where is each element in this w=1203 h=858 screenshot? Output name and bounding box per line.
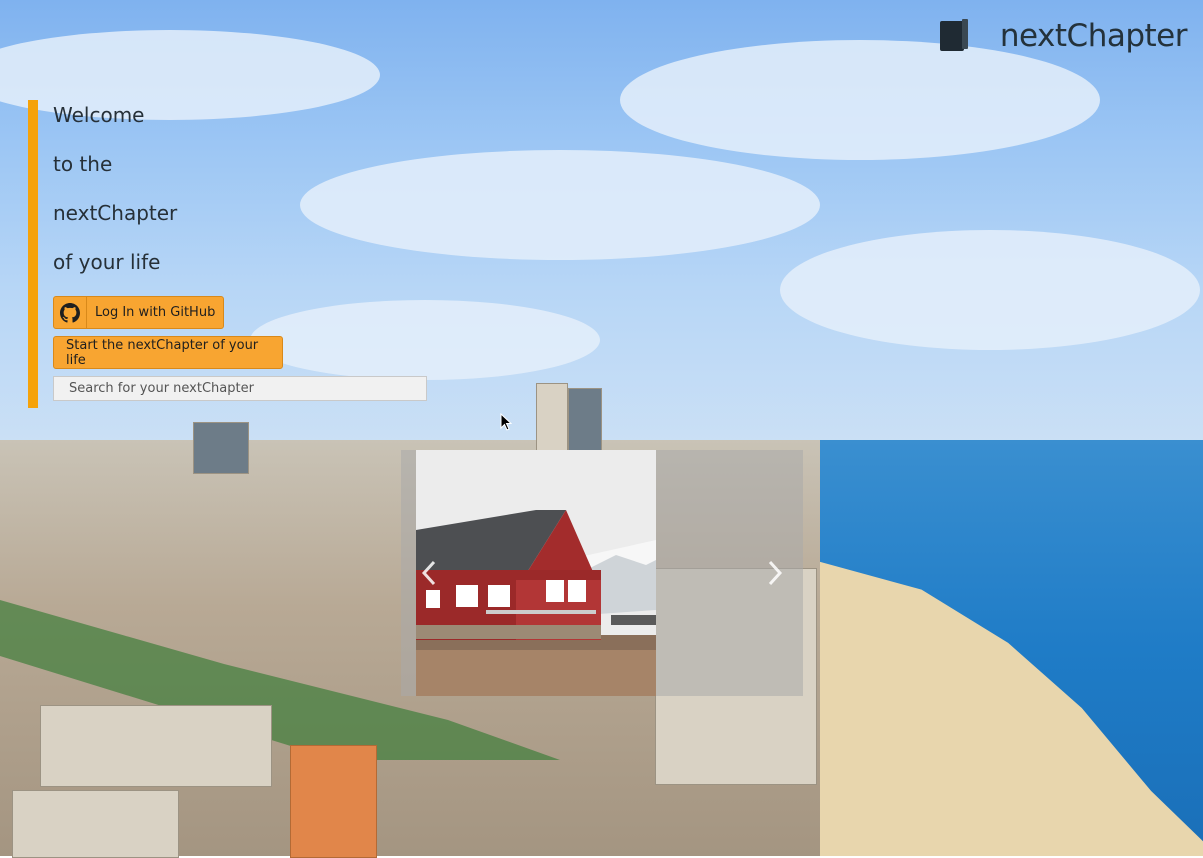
welcome-line: to the [53, 152, 113, 176]
welcome-accent-bar [28, 100, 38, 408]
start-button[interactable]: Start the nextChapter of your life [53, 336, 283, 369]
github-login-button[interactable]: Log In with GitHub [53, 296, 224, 329]
cloud [300, 150, 820, 260]
tower [536, 383, 568, 455]
welcome-text: Welcome to the nextChapter of your life [53, 101, 177, 297]
mouse-cursor-icon [500, 412, 513, 431]
cloud [250, 300, 600, 380]
welcome-line: nextChapter [53, 201, 178, 225]
brand[interactable]: nextChapter [939, 14, 1188, 58]
search-input[interactable] [53, 376, 427, 401]
github-icon [54, 297, 87, 328]
background-photo [0, 0, 1203, 858]
book-icon [939, 19, 970, 53]
carousel-slide-image [416, 450, 656, 696]
welcome-line: Welcome [53, 103, 145, 127]
github-login-label: Log In with GitHub [95, 305, 216, 320]
tower [568, 388, 602, 455]
building [12, 790, 179, 858]
carousel [401, 450, 803, 696]
chevron-left-icon[interactable] [419, 558, 439, 588]
chevron-right-icon[interactable] [765, 558, 785, 588]
welcome-line: of your life [53, 250, 161, 274]
building [290, 745, 377, 858]
cloud [620, 40, 1100, 160]
tower [193, 422, 249, 474]
building [40, 705, 272, 787]
brand-name: nextChapter [999, 18, 1188, 54]
cloud [780, 230, 1200, 350]
